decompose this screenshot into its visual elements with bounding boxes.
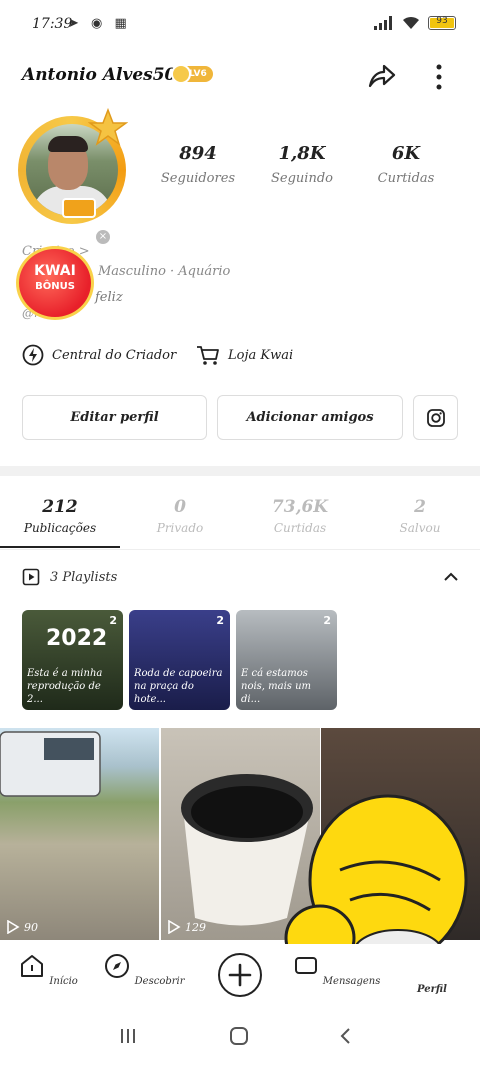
play-icon — [7, 920, 20, 934]
playlist-count: 2 — [216, 614, 224, 627]
playlist-title: E cá estamos nois, mais um di... — [241, 668, 312, 705]
nav-discover[interactable]: Descobrir — [96, 952, 192, 987]
stat-following[interactable]: 1,8K Seguindo — [252, 143, 352, 186]
playlist-count: 2 — [323, 614, 331, 627]
star-icon — [88, 108, 128, 146]
more-options-icon[interactable] — [428, 60, 450, 94]
view-count: 129 — [185, 920, 206, 934]
section-divider — [0, 466, 480, 476]
stat-label: Seguindo — [271, 171, 333, 186]
message-icon — [294, 957, 317, 974]
profile-bio: feliz — [95, 290, 123, 305]
share-icon[interactable] — [364, 60, 398, 94]
profile-header: Antonio Alves5032 — [0, 55, 480, 99]
play-icon — [168, 920, 181, 934]
home-button-icon[interactable] — [228, 1025, 250, 1047]
recent-apps-icon[interactable] — [118, 1026, 138, 1046]
kwai-bonus-line1: KWAI — [34, 263, 76, 279]
wifi-icon — [403, 16, 419, 29]
tab-label: Publicações — [23, 521, 97, 535]
kwai-store-label: Loja Kwai — [228, 347, 294, 363]
playlist-card[interactable]: 2 Roda de capoeira na praça do hote... — [129, 610, 230, 710]
edit-profile-button[interactable]: Editar perfil — [22, 395, 207, 440]
tab-count: 0 — [174, 497, 186, 517]
edit-profile-label: Editar perfil — [70, 410, 159, 425]
create-button[interactable] — [218, 953, 262, 997]
signal-icon — [374, 16, 392, 30]
nav-profile-label: Perfil — [417, 984, 447, 995]
stat-value: 1,8K — [278, 143, 326, 164]
creator-center-link[interactable]: Central do Criador — [22, 344, 176, 366]
creator-center-label: Central do Criador — [52, 347, 177, 363]
nav-home[interactable]: Início — [0, 952, 96, 987]
tab-label: Curtidas — [273, 521, 327, 535]
playlist-icon — [22, 568, 40, 586]
active-tab-indicator — [0, 546, 120, 548]
kwai-bonus-line2: BÔNUS — [35, 281, 75, 292]
nav-messages[interactable]: Mensagens — [288, 952, 384, 987]
nav-discover-label: Descobrir — [134, 976, 185, 987]
tab-count: 73,6K — [271, 497, 329, 517]
battery-level: 93 — [436, 16, 448, 26]
system-nav-bar — [0, 1010, 480, 1066]
cart-icon — [197, 346, 219, 365]
tab-private[interactable]: 0 Privado — [120, 497, 240, 535]
tab-label: Salvou — [399, 521, 441, 535]
back-icon[interactable] — [336, 1026, 356, 1046]
stat-label: Seguidores — [160, 171, 236, 186]
status-right: 93 — [374, 16, 456, 30]
playlist-title: Roda de capoeira na praça do hote... — [134, 668, 223, 705]
playlist-card[interactable]: 2022 2 Esta é a minha reprodução de 2... — [22, 610, 123, 710]
instagram-icon — [426, 408, 445, 427]
playlist-card[interactable]: 2 E cá estamos nois, mais um di... — [236, 610, 337, 710]
tab-likes[interactable]: 73,6K Curtidas — [240, 497, 360, 535]
stat-value: 6K — [391, 143, 421, 164]
view-count: 90 — [24, 920, 38, 934]
notification-icons: ➤ ◉ ▦ — [68, 16, 131, 31]
gift-icon — [62, 198, 96, 218]
chevron-up-icon[interactable] — [442, 568, 460, 586]
playlists-header[interactable]: 3 Playlists — [22, 568, 117, 586]
tab-count: 212 — [42, 497, 78, 517]
tab-publications[interactable]: 212 Publicações — [0, 497, 120, 535]
stat-value: 894 — [179, 143, 217, 164]
nav-profile[interactable]: Perfil — [384, 952, 480, 995]
tab-label: Privado — [156, 521, 204, 535]
video-views: 90 — [6, 920, 38, 934]
home-icon — [21, 955, 44, 977]
coin-icon — [171, 64, 191, 84]
video-views: 129 — [167, 920, 206, 934]
kwai-store-link[interactable]: Loja Kwai — [196, 344, 293, 366]
status-bar: 17:39 ➤ ◉ ▦ 93 — [0, 0, 480, 50]
kwai-bonus-badge[interactable]: KWAI BÔNUS — [16, 246, 94, 320]
instagram-button[interactable] — [413, 395, 458, 440]
compass-icon — [105, 954, 130, 978]
stat-label: Curtidas — [377, 171, 435, 186]
playlist-title: Esta é a minha reprodução de 2... — [27, 668, 103, 705]
profile-info: Masculino · Aquário — [98, 264, 231, 279]
battery-icon: 93 — [428, 16, 456, 30]
tab-divider — [0, 549, 480, 550]
lightning-icon — [22, 344, 44, 366]
playlist-count: 2 — [109, 614, 117, 627]
add-friends-button[interactable]: Adicionar amigos — [217, 395, 403, 440]
tab-count: 2 — [414, 497, 426, 517]
plus-icon — [228, 963, 252, 987]
status-time: 17:39 — [32, 16, 73, 32]
stat-followers[interactable]: 894 Seguidores — [148, 143, 248, 186]
video-thumbnail[interactable]: 90 — [0, 728, 159, 940]
add-friends-label: Adicionar amigos — [246, 410, 374, 425]
bus-shape — [0, 731, 101, 797]
nav-messages-label: Mensagens — [322, 976, 381, 987]
tab-saved[interactable]: 2 Salvou — [360, 497, 480, 535]
close-icon[interactable]: × — [96, 230, 110, 244]
stat-likes[interactable]: 6K Curtidas — [356, 143, 456, 186]
nav-home-label: Início — [49, 976, 78, 987]
playlists-title: 3 Playlists — [50, 569, 118, 585]
playlist-year: 2022 — [46, 626, 108, 651]
